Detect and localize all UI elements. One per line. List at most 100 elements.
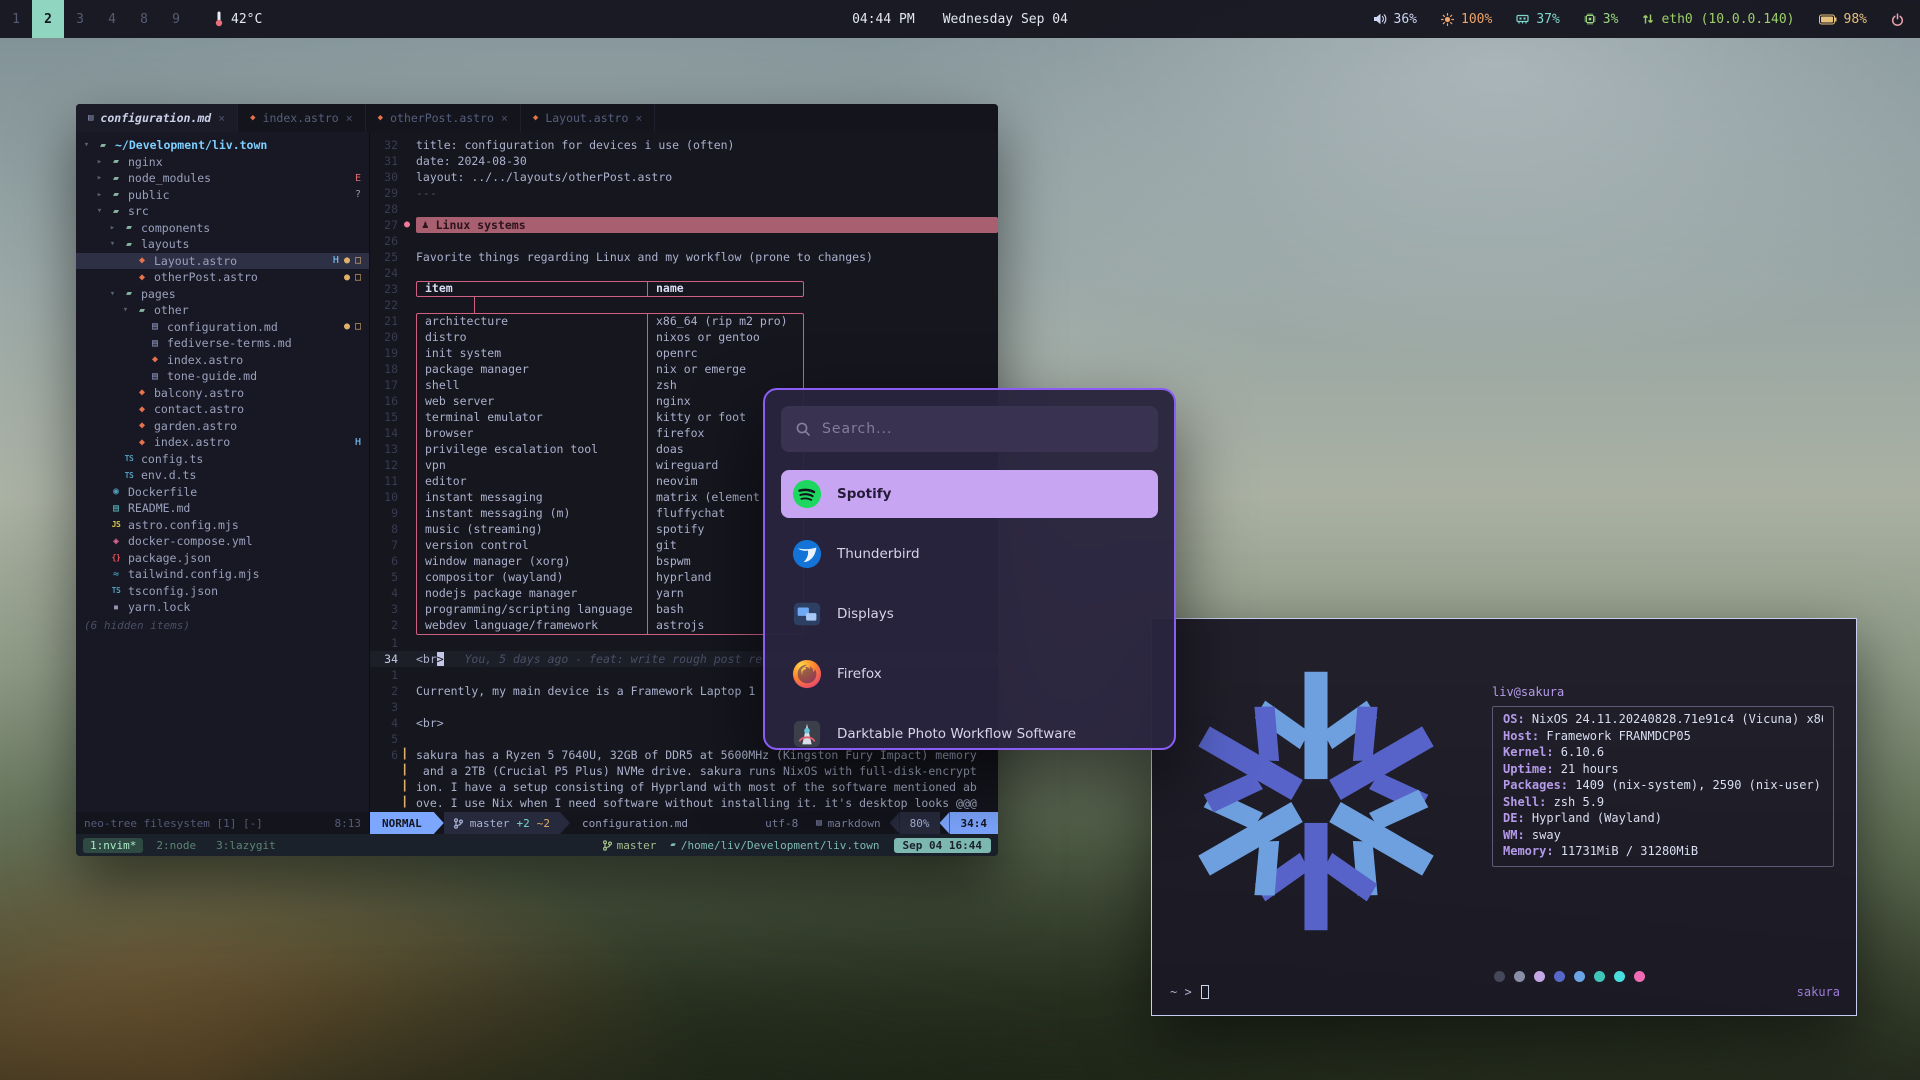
file-name: other	[154, 303, 356, 317]
launcher-item[interactable]: Displays	[781, 590, 1158, 638]
tree-item[interactable]: ▾ ▰ src	[76, 203, 369, 220]
power-button[interactable]	[1891, 13, 1904, 26]
search-input[interactable]	[822, 421, 1144, 437]
file-icon: ◆	[250, 113, 255, 123]
firefox-icon	[792, 659, 822, 689]
filetype-label: markdown	[828, 817, 881, 830]
workspace-button[interactable]: 9	[160, 0, 192, 38]
tree-root[interactable]: ▾ ▰ ~/Development/liv.town	[76, 137, 369, 154]
fetch-value: 21 hours	[1554, 762, 1619, 779]
palette-dot	[1614, 971, 1625, 982]
editor-tab[interactable]: ◆ index.astro ×	[238, 104, 366, 132]
buffer-line: 29---	[370, 185, 998, 201]
launcher-search[interactable]	[781, 406, 1158, 452]
chevron-down-icon: ▾	[82, 140, 91, 150]
editor-tab[interactable]: ◆ Layout.astro ×	[521, 104, 655, 132]
tmux-window[interactable]: 2:node	[149, 838, 203, 853]
filetype-segment: ▤ markdown	[807, 812, 889, 834]
temperature-module[interactable]: 42°C	[214, 11, 262, 27]
launcher-item[interactable]: Spotify	[781, 470, 1158, 518]
tree-item[interactable]: ◆ Layout.astro H●□	[76, 253, 369, 270]
workspace-button[interactable]: 8	[128, 0, 160, 38]
tree-item[interactable]: ◉ Dockerfile	[76, 484, 369, 501]
launcher-item[interactable]: Firefox	[781, 650, 1158, 698]
tree-item[interactable]: TS tsconfig.json	[76, 583, 369, 600]
launcher-item[interactable]: Darktable Photo Workflow Software	[781, 710, 1158, 750]
close-icon[interactable]: ×	[501, 111, 508, 125]
hidden-items-note: (6 hidden items)	[76, 616, 369, 632]
tree-item[interactable]: ▤ tone-guide.md	[76, 368, 369, 385]
cpu-module[interactable]: 3%	[1584, 12, 1619, 27]
close-icon[interactable]: ×	[346, 111, 353, 125]
launcher-item[interactable]: Thunderbird	[781, 530, 1158, 578]
workspace-button[interactable]: 3	[64, 0, 96, 38]
tree-item[interactable]: ▪ yarn.lock	[76, 599, 369, 616]
tmux-window[interactable]: 3:lazygit	[209, 838, 283, 853]
tree-item[interactable]: ▸ ▰ node_modules E	[76, 170, 369, 187]
powerline-separator	[560, 812, 570, 834]
battery-icon	[1819, 14, 1837, 25]
tree-item[interactable]: ◆ balcony.astro	[76, 385, 369, 402]
close-icon[interactable]: ×	[218, 111, 225, 125]
file-tree: ▸ ▰ nginx ▸ ▰ node_modules E ▸ ▰ public …	[76, 154, 369, 616]
tree-item[interactable]: ◆ garden.astro	[76, 418, 369, 435]
tree-item[interactable]: {} package.json	[76, 550, 369, 567]
editor-tab[interactable]: ▤ configuration.md ×	[76, 104, 238, 132]
file-icon: ▤	[148, 321, 162, 332]
powerline-separator	[940, 812, 950, 834]
file-name: tone-guide.md	[167, 369, 356, 383]
shell-prompt[interactable]: ~ >	[1170, 985, 1209, 999]
tree-item[interactable]: ▤ fediverse-terms.md	[76, 335, 369, 352]
cpu-icon	[1584, 13, 1596, 25]
statusline-filename: configuration.md	[570, 812, 700, 834]
tree-item[interactable]: ▸ ▰ nginx	[76, 154, 369, 171]
statusline-neotree-segment: neo-tree filesystem [1] [-] 8:13	[76, 812, 370, 834]
fetch-row: Memory: 11731MiB / 31280MiB	[1503, 844, 1823, 861]
tree-item[interactable]: ▸ ▰ public ?	[76, 187, 369, 204]
workspace-button[interactable]: 4	[96, 0, 128, 38]
brightness-value: 100%	[1461, 12, 1492, 27]
file-name: env.d.ts	[141, 468, 356, 482]
fetch-value: Hyprland (Wayland)	[1525, 811, 1662, 828]
file-name: contact.astro	[154, 402, 356, 416]
network-module[interactable]: eth0 (10.0.0.140)	[1642, 12, 1794, 27]
tree-item[interactable]: TS env.d.ts	[76, 467, 369, 484]
file-name: Layout.astro	[154, 254, 328, 268]
file-name: package.json	[128, 551, 356, 565]
tree-item[interactable]: TS config.ts	[76, 451, 369, 468]
tree-item[interactable]: ▾ ▰ layouts	[76, 236, 369, 253]
clock[interactable]: 04:44 PM Wednesday Sep 04	[852, 12, 1068, 27]
tree-item[interactable]: ◈ docker-compose.yml	[76, 533, 369, 550]
tree-item[interactable]: ▾ ▰ pages	[76, 286, 369, 303]
brightness-module[interactable]: 100%	[1441, 12, 1492, 27]
file-name: configuration.md	[167, 320, 339, 334]
tree-item[interactable]: ◆ index.astro	[76, 352, 369, 369]
chevron-icon: ▾	[108, 239, 117, 249]
close-icon[interactable]: ×	[635, 111, 642, 125]
tree-item[interactable]: ◆ contact.astro	[76, 401, 369, 418]
chevron-icon: ▾	[108, 289, 117, 299]
battery-module[interactable]: 98%	[1819, 12, 1867, 27]
volume-module[interactable]: 36%	[1373, 12, 1417, 27]
editor-tab[interactable]: ◆ otherPost.astro ×	[366, 104, 521, 132]
workspace-button[interactable]: 2	[32, 0, 64, 38]
fetch-terminal[interactable]: liv@sakura OS: NixOS 24.11.20240828.71e9…	[1151, 618, 1857, 1016]
file-icon: ▰	[135, 305, 149, 316]
fetch-row: Kernel: 6.10.6	[1503, 745, 1823, 762]
tree-item[interactable]: ▾ ▰ other	[76, 302, 369, 319]
tree-item[interactable]: ▸ ▰ components	[76, 220, 369, 237]
tree-item[interactable]: JS astro.config.mjs	[76, 517, 369, 534]
scroll-percent: 80%	[900, 812, 940, 834]
memory-module[interactable]: 37%	[1516, 12, 1559, 27]
tmux-window[interactable]: 1:nvim*	[83, 838, 143, 853]
tree-item[interactable]: ▤ README.md	[76, 500, 369, 517]
tree-item[interactable]: ≈ tailwind.config.mjs	[76, 566, 369, 583]
buffer-line: 31date: 2024-08-30	[370, 153, 998, 169]
tree-item[interactable]: ◆ index.astro H	[76, 434, 369, 451]
tree-item[interactable]: ◆ otherPost.astro ●□	[76, 269, 369, 286]
tmux-datetime: Sep 04 16:44	[894, 838, 991, 853]
file-icon: ◆	[135, 437, 149, 448]
tree-item[interactable]: ▤ configuration.md ●□	[76, 319, 369, 336]
fetch-row: Host: Framework FRANMDCP05	[1503, 729, 1823, 746]
workspace-button[interactable]: 1	[0, 0, 32, 38]
